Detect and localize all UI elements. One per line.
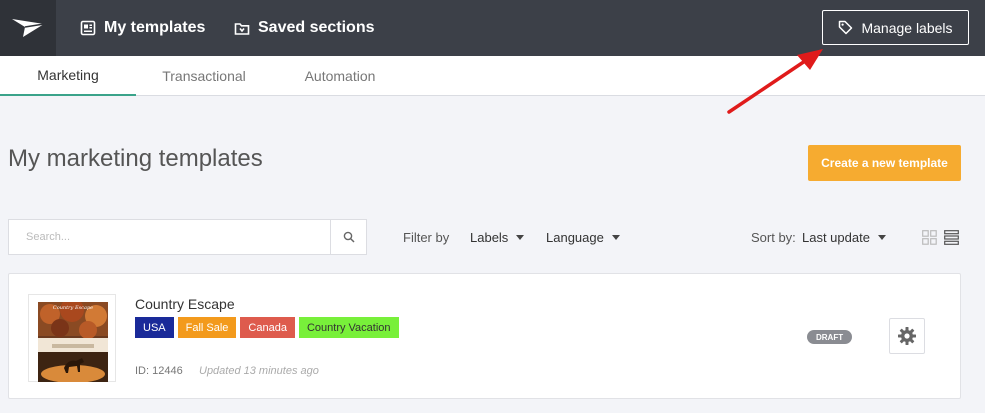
- template-name[interactable]: Country Escape: [135, 296, 235, 312]
- top-bar: My templates Saved sections Manage label…: [0, 0, 985, 56]
- label-fall-sale[interactable]: Fall Sale: [177, 317, 237, 338]
- tab-bar: Marketing Transactional Automation: [0, 56, 985, 96]
- nav-my-templates-label: My templates: [104, 19, 206, 36]
- nav-my-templates[interactable]: My templates: [80, 0, 205, 56]
- status-badge: DRAFT: [807, 330, 853, 344]
- page-title: My marketing templates: [8, 145, 263, 172]
- manage-labels-label: Manage labels: [861, 19, 953, 36]
- template-settings-button[interactable]: [889, 318, 925, 354]
- tab-transactional[interactable]: Transactional: [136, 56, 272, 96]
- template-id: ID: 12446: [135, 365, 183, 377]
- caret-down-icon: [516, 235, 525, 240]
- create-template-label: Create a new template: [821, 156, 948, 170]
- labels-dropdown[interactable]: Labels: [470, 230, 525, 245]
- thumbnail-image: Country Escape: [38, 302, 108, 382]
- caret-down-icon: [611, 235, 620, 240]
- sort-by-label: Sort by:: [751, 230, 796, 245]
- template-labels: USA Fall Sale Canada Country Vacation: [135, 317, 399, 338]
- gear-icon: [898, 327, 916, 345]
- manage-labels-button[interactable]: Manage labels: [822, 10, 969, 45]
- tab-automation[interactable]: Automation: [272, 56, 408, 96]
- sort-dropdown-label: Last update: [802, 230, 870, 245]
- label-country-vacation[interactable]: Country Vacation: [298, 317, 399, 338]
- tab-automation-label: Automation: [304, 68, 376, 84]
- list-view-button[interactable]: [944, 230, 959, 250]
- labels-dropdown-label: Labels: [470, 230, 509, 245]
- label-usa[interactable]: USA: [135, 317, 174, 338]
- tab-marketing[interactable]: Marketing: [0, 56, 136, 96]
- grid-view-button[interactable]: [922, 230, 937, 250]
- filter-by-label: Filter by: [403, 230, 450, 245]
- create-template-button[interactable]: Create a new template: [808, 145, 961, 181]
- label-canada[interactable]: Canada: [240, 317, 295, 338]
- language-dropdown[interactable]: Language: [546, 230, 620, 245]
- sort-dropdown[interactable]: Last update: [802, 230, 886, 245]
- logo[interactable]: [0, 0, 56, 56]
- thumbnail-title: Country Escape: [52, 305, 94, 311]
- nav-saved-sections-label: Saved sections: [258, 19, 375, 36]
- search-box: [8, 219, 367, 255]
- tab-transactional-label: Transactional: [162, 68, 246, 84]
- templates-icon: [80, 20, 96, 36]
- template-thumbnail[interactable]: Country Escape: [28, 294, 116, 382]
- template-updated: Updated 13 minutes ago: [199, 365, 319, 377]
- template-card[interactable]: Country Escape Country Escape USA Fall S…: [8, 273, 961, 399]
- search-button[interactable]: [330, 220, 366, 254]
- paper-plane-icon: [12, 19, 45, 37]
- list-view-icon: [944, 230, 959, 245]
- search-icon: [343, 231, 355, 243]
- search-input[interactable]: [9, 220, 330, 254]
- caret-down-icon: [877, 235, 886, 240]
- tag-icon: [839, 20, 853, 35]
- folder-icon: [234, 22, 250, 35]
- language-dropdown-label: Language: [546, 230, 604, 245]
- nav-saved-sections[interactable]: Saved sections: [234, 0, 375, 56]
- tab-marketing-label: Marketing: [37, 67, 99, 83]
- grid-view-icon: [922, 230, 937, 245]
